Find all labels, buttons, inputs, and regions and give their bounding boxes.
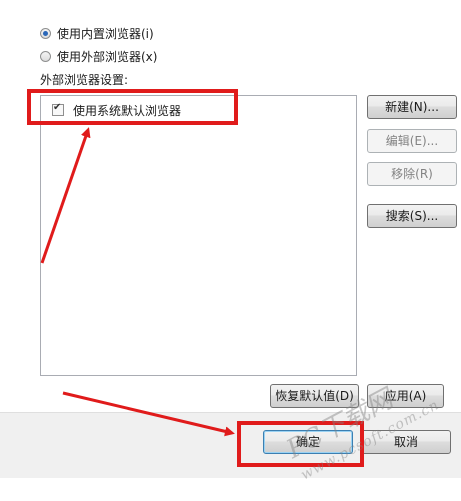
annotation-highlight-box bbox=[237, 421, 364, 467]
annotation-highlight-box bbox=[27, 89, 238, 125]
radio-builtin-browser[interactable]: 使用内置浏览器(i) bbox=[40, 24, 154, 42]
search-button[interactable]: 搜索(S)... bbox=[367, 204, 457, 228]
remove-button[interactable]: 移除(R) bbox=[367, 162, 457, 186]
radio-unselected-icon[interactable] bbox=[40, 50, 51, 62]
dialog-button-bar: 确定 取消 bbox=[0, 412, 461, 478]
radio-external-browser[interactable]: 使用外部浏览器(x) bbox=[40, 47, 157, 65]
radio-selected-icon[interactable] bbox=[40, 27, 51, 39]
restore-defaults-button[interactable]: 恢复默认值(D) bbox=[270, 384, 359, 408]
external-settings-label: 外部浏览器设置: bbox=[40, 73, 129, 87]
new-button[interactable]: 新建(N)... bbox=[367, 95, 457, 119]
radio-external-label: 使用外部浏览器(x) bbox=[57, 49, 158, 64]
radio-builtin-label: 使用内置浏览器(i) bbox=[57, 26, 154, 41]
apply-button[interactable]: 应用(A) bbox=[367, 384, 444, 408]
edit-button[interactable]: 编辑(E)... bbox=[367, 129, 457, 153]
browser-settings-panel: 使用内置浏览器(i) 使用外部浏览器(x) 外部浏览器设置: 使用系统默认浏览器… bbox=[0, 0, 461, 412]
cancel-button[interactable]: 取消 bbox=[361, 430, 451, 454]
external-browser-list[interactable]: 使用系统默认浏览器 bbox=[40, 95, 357, 376]
